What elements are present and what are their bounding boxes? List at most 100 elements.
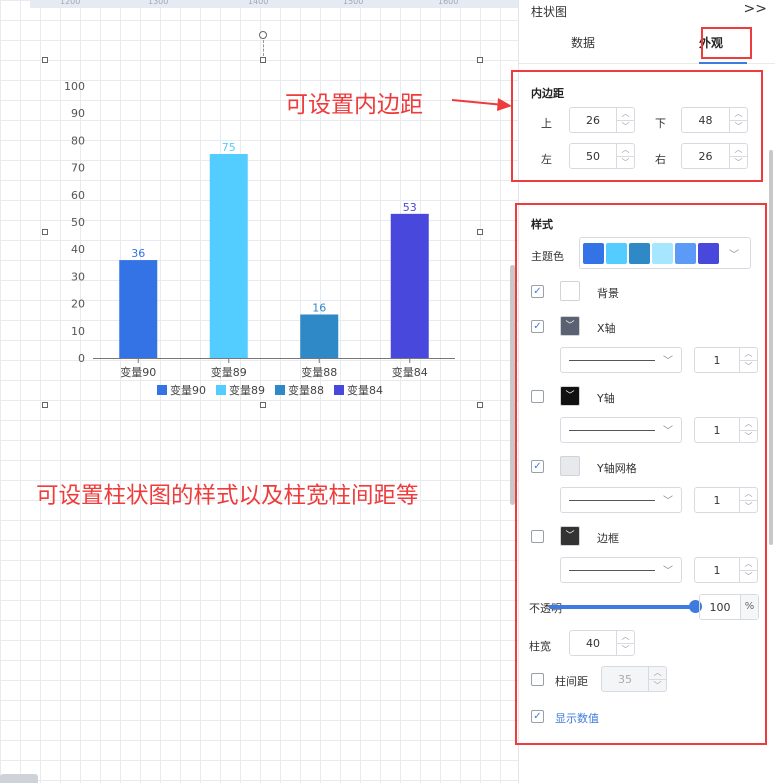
- chevron-down-icon[interactable]: ﹀: [740, 570, 757, 583]
- stepper[interactable]: ︿ ﹀: [729, 108, 747, 132]
- x-axis-color-swatch[interactable]: ﹀: [560, 316, 580, 336]
- chevron-up-icon[interactable]: ︿: [740, 348, 757, 360]
- bar-gap-checkbox[interactable]: ✓: [531, 673, 544, 686]
- background-color-swatch[interactable]: [560, 281, 580, 301]
- tab-data[interactable]: 数据: [519, 22, 647, 63]
- theme-color-swatch: [698, 242, 719, 264]
- stepper[interactable]: ︿ ﹀: [616, 108, 634, 132]
- y-tick-label: 10: [71, 325, 85, 338]
- style-annotation: 可设置柱状图的样式以及柱宽柱间距等: [36, 483, 419, 509]
- double-chevron-right-icon[interactable]: >>: [744, 1, 767, 17]
- y-axis-line-style-select[interactable]: ﹀: [560, 417, 682, 443]
- border-line-style-select[interactable]: ﹀: [560, 557, 682, 583]
- y-axis-color-swatch[interactable]: ﹀: [560, 386, 580, 406]
- theme-color-select[interactable]: ﹀: [579, 237, 751, 269]
- bar-chart[interactable]: 0 10 20 30 40 50 60 70 80 90 100 36 变量90 75 变量89 16 变量88…: [0, 0, 518, 420]
- stepper[interactable]: ︿ ﹀: [729, 144, 747, 168]
- theme-color-swatch: [583, 242, 604, 264]
- canvas-bottom-tab[interactable]: [0, 774, 38, 783]
- legend-label: 变量90: [170, 383, 206, 397]
- y-tick-label: 0: [78, 352, 85, 365]
- chevron-up-icon[interactable]: ︿: [740, 488, 757, 500]
- opacity-slider-track[interactable]: [549, 605, 695, 609]
- opacity-input[interactable]: 100 %: [699, 594, 759, 620]
- stepper[interactable]: ︿ ﹀: [616, 144, 634, 168]
- stepper[interactable]: ︿ ﹀: [739, 418, 757, 442]
- y-tick-label: 80: [71, 134, 85, 147]
- x-tick-label: 变量89: [211, 365, 247, 379]
- stepper[interactable]: ︿ ﹀: [739, 558, 757, 582]
- chevron-down-icon[interactable]: ﹀: [649, 679, 666, 692]
- theme-color-swatch: [629, 242, 650, 264]
- border-width-input[interactable]: 1 ︿ ﹀: [694, 557, 758, 583]
- y-axis-label: Y轴: [597, 392, 615, 405]
- y-grid-checkbox[interactable]: ✓: [531, 460, 544, 473]
- legend-swatch: [157, 385, 167, 395]
- data-label: 53: [403, 201, 417, 214]
- show-values-label: 显示数值: [555, 712, 599, 725]
- legend-swatch: [334, 385, 344, 395]
- chevron-down-icon[interactable]: ﹀: [730, 156, 747, 169]
- chevron-down-icon[interactable]: ﹀: [740, 500, 757, 513]
- chevron-up-icon[interactable]: ︿: [730, 144, 747, 156]
- padding-top-label: 上: [541, 117, 552, 130]
- stepper[interactable]: ︿ ﹀: [616, 631, 634, 655]
- chevron-up-icon[interactable]: ︿: [617, 108, 634, 120]
- stepper[interactable]: ︿ ﹀: [648, 667, 666, 691]
- y-axis-width-input[interactable]: 1 ︿ ﹀: [694, 417, 758, 443]
- padding-left-input[interactable]: 50 ︿ ﹀: [569, 143, 635, 169]
- y-tick-label: 40: [71, 243, 85, 256]
- chevron-down-icon[interactable]: ﹀: [730, 120, 747, 133]
- data-label: 16: [312, 301, 326, 314]
- legend-label: 变量88: [288, 383, 324, 397]
- chevron-up-icon[interactable]: ︿: [617, 631, 634, 643]
- y-grid-width-input[interactable]: 1 ︿ ﹀: [694, 487, 758, 513]
- panel-header: 柱状图 >>: [519, 0, 775, 22]
- chart-canvas[interactable]: 1200 1300 1400 1500 1600 0 10 20 30 40 50 60 70…: [0, 0, 518, 783]
- bar: [119, 260, 158, 358]
- chevron-down-icon[interactable]: ﹀: [740, 360, 757, 373]
- x-axis-width-input[interactable]: 1 ︿ ﹀: [694, 347, 758, 373]
- y-tick-label: 100: [64, 80, 85, 93]
- bar-width-input[interactable]: 40 ︿ ﹀: [569, 630, 635, 656]
- panel-scrollbar[interactable]: [769, 150, 773, 545]
- background-checkbox[interactable]: ✓: [531, 285, 544, 298]
- y-axis-checkbox[interactable]: ✓: [531, 390, 544, 403]
- chevron-up-icon[interactable]: ︿: [740, 418, 757, 430]
- y-grid-label: Y轴网格: [597, 462, 637, 475]
- chevron-up-icon[interactable]: ︿: [740, 558, 757, 570]
- theme-color-swatch: [606, 242, 627, 264]
- panel-title: 柱状图: [531, 4, 568, 19]
- chevron-down-icon[interactable]: ﹀: [617, 156, 634, 169]
- show-values-checkbox[interactable]: ✓: [531, 710, 544, 723]
- border-color-swatch[interactable]: ﹀: [560, 526, 580, 546]
- y-grid-line-style-select[interactable]: ﹀: [560, 487, 682, 513]
- bar: [209, 154, 248, 358]
- border-label: 边框: [597, 532, 619, 545]
- chevron-down-icon[interactable]: ﹀: [740, 430, 757, 443]
- x-axis-line-style-select[interactable]: ﹀: [560, 347, 682, 373]
- y-grid-color-swatch[interactable]: [560, 456, 580, 476]
- padding-right-input[interactable]: 26 ︿ ﹀: [681, 143, 748, 169]
- chevron-down-icon[interactable]: ﹀: [617, 643, 634, 656]
- padding-left-label: 左: [541, 153, 552, 166]
- highlight-box-tab: [701, 27, 752, 59]
- stepper[interactable]: ︿ ﹀: [739, 488, 757, 512]
- padding-bottom-input[interactable]: 48 ︿ ﹀: [681, 107, 748, 133]
- legend-label: 变量89: [229, 383, 265, 397]
- border-checkbox[interactable]: ✓: [531, 530, 544, 543]
- x-axis-checkbox[interactable]: ✓: [531, 320, 544, 333]
- chevron-up-icon[interactable]: ︿: [617, 144, 634, 156]
- x-axis-label: X轴: [597, 322, 616, 335]
- chevron-up-icon[interactable]: ︿: [649, 667, 666, 679]
- stepper[interactable]: ︿ ﹀: [739, 348, 757, 372]
- style-section-title: 样式: [531, 218, 553, 231]
- chevron-down-icon: ﹀: [663, 356, 673, 367]
- padding-bottom-label: 下: [655, 117, 666, 130]
- x-tick-label: 变量84: [392, 365, 428, 379]
- background-label: 背景: [597, 287, 619, 300]
- chevron-down-icon[interactable]: ﹀: [617, 120, 634, 133]
- chevron-up-icon[interactable]: ︿: [730, 108, 747, 120]
- bar-gap-input[interactable]: 35 ︿ ﹀: [601, 666, 667, 692]
- padding-top-input[interactable]: 26 ︿ ﹀: [569, 107, 635, 133]
